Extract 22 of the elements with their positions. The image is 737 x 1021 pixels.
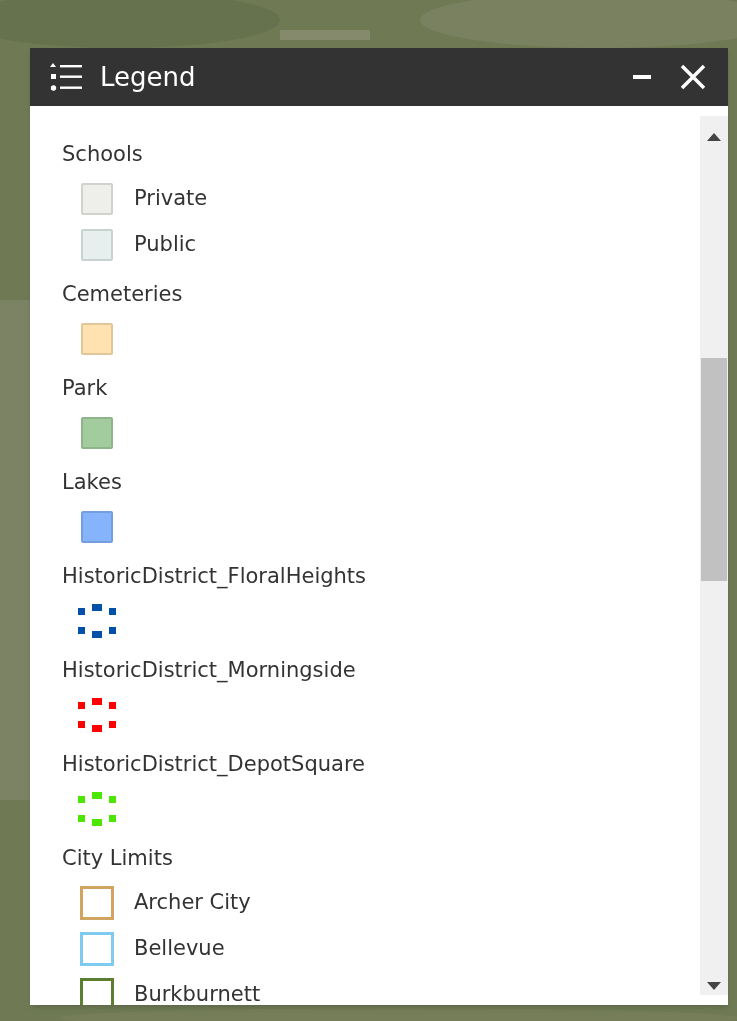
symbol-label: Bellevue	[134, 935, 225, 963]
close-button[interactable]	[678, 62, 708, 92]
list-icon	[50, 62, 82, 92]
symbol-label: Burkburnett	[134, 981, 261, 1005]
minimize-icon	[633, 75, 651, 79]
window-title: Legend	[100, 60, 196, 94]
layer-title: City Limits	[62, 845, 174, 872]
symbol-label: Public	[134, 231, 197, 259]
layer-title: HistoricDistrict_FloralHeights	[62, 563, 368, 591]
symbol-label: Private	[134, 185, 208, 213]
layer-title: Park	[62, 375, 109, 402]
layer-title: Schools	[62, 141, 144, 168]
layer-title: Lakes	[62, 469, 123, 496]
scroll-down-icon[interactable]	[707, 981, 721, 991]
close-icon	[680, 64, 706, 90]
scrollbar-thumb[interactable]	[701, 358, 727, 581]
scrollbar[interactable]	[700, 116, 728, 995]
layer-title: Cemeteries	[62, 281, 184, 308]
layer-title: HistoricDistrict_DepotSquare	[62, 751, 367, 779]
scroll-up-icon[interactable]	[707, 132, 721, 142]
layer-title: HistoricDistrict_Morningside	[62, 657, 357, 685]
symbol-label: Archer City	[134, 889, 251, 917]
